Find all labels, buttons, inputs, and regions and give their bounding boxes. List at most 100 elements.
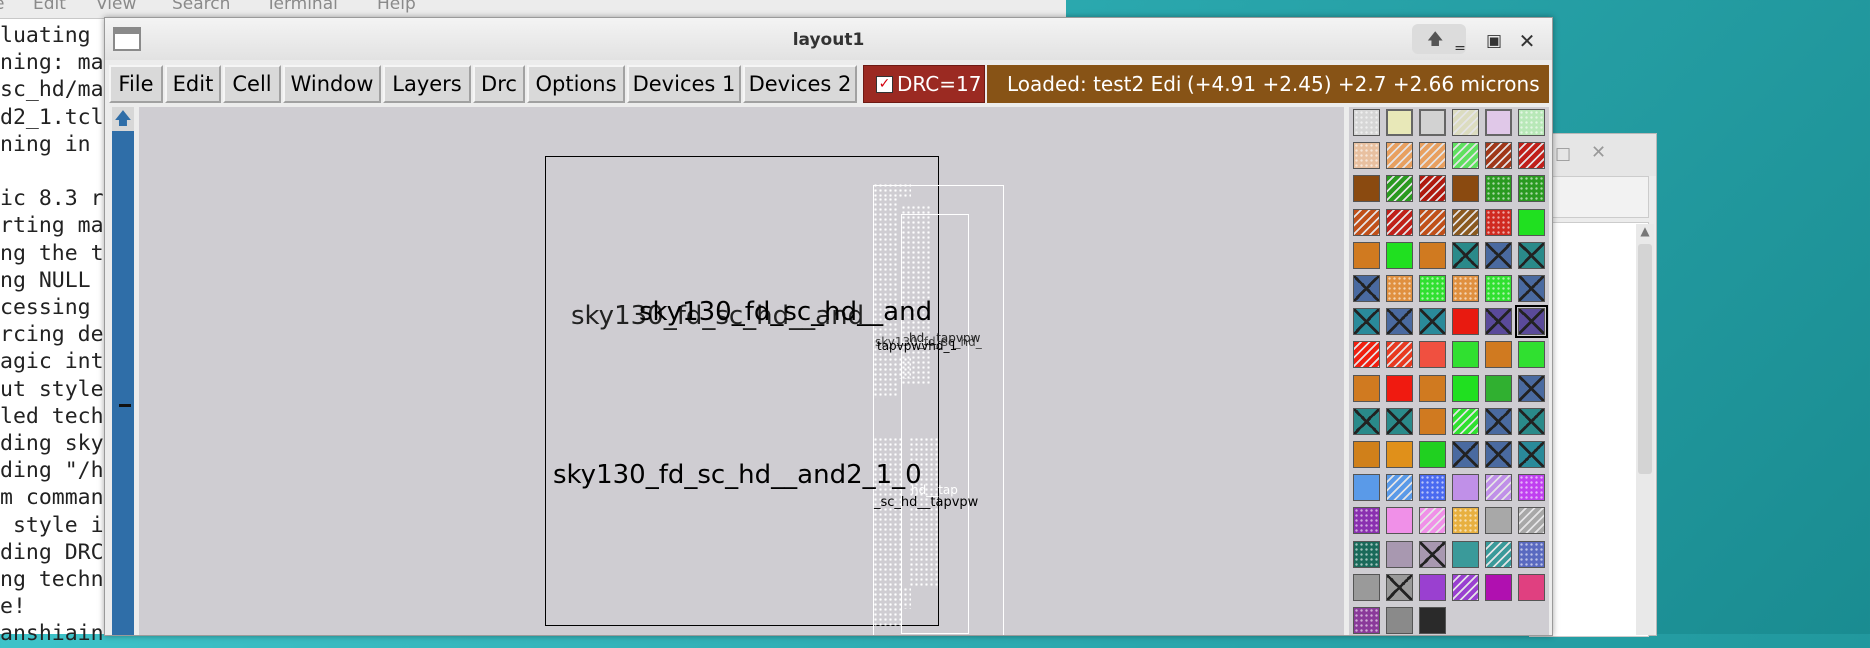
layer-swatch[interactable] xyxy=(1419,175,1446,203)
layer-swatch[interactable] xyxy=(1485,407,1512,435)
maximize-icon[interactable]: □ xyxy=(1555,144,1571,164)
menu-cell[interactable]: Cell xyxy=(223,65,281,103)
layer-swatch[interactable] xyxy=(1419,275,1446,302)
layer-swatch[interactable] xyxy=(1386,241,1413,269)
layer-swatch[interactable] xyxy=(1353,573,1380,601)
layer-swatch[interactable] xyxy=(1452,308,1479,336)
layer-swatch[interactable] xyxy=(1386,441,1413,468)
layer-swatch[interactable] xyxy=(1452,474,1479,502)
layer-swatch[interactable] xyxy=(1485,474,1512,502)
layer-swatch[interactable] xyxy=(1485,374,1512,402)
close-icon[interactable]: ✕ xyxy=(1591,142,1606,163)
layer-swatch[interactable] xyxy=(1419,441,1446,468)
checkbox-checked-icon[interactable]: ✓ xyxy=(876,76,893,93)
layer-swatch[interactable] xyxy=(1353,142,1380,170)
layer-swatch[interactable] xyxy=(1419,607,1446,634)
layer-swatch[interactable] xyxy=(1452,109,1479,136)
layer-swatch[interactable] xyxy=(1518,540,1545,568)
layer-swatch[interactable] xyxy=(1452,175,1479,203)
scroll-up-icon[interactable]: ▲ xyxy=(1638,224,1652,242)
layer-swatch[interactable] xyxy=(1386,507,1413,535)
layer-swatch[interactable] xyxy=(1452,275,1479,302)
layer-swatch[interactable] xyxy=(1353,374,1380,402)
layer-swatch[interactable] xyxy=(1386,474,1413,502)
layer-swatch[interactable] xyxy=(1353,308,1380,336)
drc-toggle[interactable]: ✓ DRC=17 xyxy=(863,65,985,103)
layer-swatch[interactable] xyxy=(1419,540,1446,568)
layer-swatch[interactable] xyxy=(1419,507,1446,535)
layer-swatch[interactable] xyxy=(1485,507,1512,535)
layer-swatch[interactable] xyxy=(1419,374,1446,402)
layer-swatch[interactable] xyxy=(1485,573,1512,601)
scroll-thumb[interactable] xyxy=(1638,244,1652,474)
layer-swatch[interactable] xyxy=(1518,474,1545,502)
layer-swatch[interactable] xyxy=(1386,341,1413,369)
layer-swatch[interactable] xyxy=(1386,573,1413,601)
window-titlebar[interactable]: layout1 🡅 ‗ ▣ ✕ xyxy=(105,18,1552,60)
layer-swatch[interactable] xyxy=(1485,308,1512,336)
minimize-icon[interactable]: ‗ xyxy=(1449,30,1471,52)
layer-swatch[interactable] xyxy=(1419,474,1446,502)
layer-swatch[interactable] xyxy=(1485,341,1512,369)
layer-swatch[interactable] xyxy=(1452,241,1479,269)
menu-edit[interactable]: Edit xyxy=(165,65,221,103)
layer-swatch[interactable] xyxy=(1452,540,1479,568)
layer-swatch[interactable] xyxy=(1353,474,1380,502)
maximize-icon[interactable]: ▣ xyxy=(1483,30,1505,52)
layer-swatch[interactable] xyxy=(1353,341,1380,369)
background-window-scrollbar[interactable]: ▲ xyxy=(1636,224,1654,635)
layer-swatch[interactable] xyxy=(1518,275,1545,302)
layer-swatch[interactable] xyxy=(1452,208,1479,236)
layer-swatch[interactable] xyxy=(1518,573,1545,601)
vertical-scrollbar[interactable]: 🡅 xyxy=(112,107,134,635)
menu-layers[interactable]: Layers xyxy=(383,65,471,103)
terminal-menu-edit[interactable]: Edit xyxy=(33,0,66,14)
layer-swatch[interactable] xyxy=(1419,142,1446,170)
layer-swatch[interactable] xyxy=(1452,407,1479,435)
layer-swatch[interactable] xyxy=(1353,275,1380,302)
layer-swatch[interactable] xyxy=(1452,507,1479,535)
layer-swatch[interactable] xyxy=(1353,540,1380,568)
layer-swatch[interactable] xyxy=(1485,241,1512,269)
layer-swatch[interactable] xyxy=(1485,175,1512,203)
terminal-menu-search[interactable]: Search xyxy=(172,0,230,14)
layer-swatch[interactable] xyxy=(1353,441,1380,468)
layer-swatch[interactable] xyxy=(1485,540,1512,568)
menu-file[interactable]: File xyxy=(109,65,163,103)
layer-swatch[interactable] xyxy=(1419,208,1446,236)
layer-swatch[interactable] xyxy=(1419,308,1446,336)
menu-devices-1[interactable]: Devices 1 xyxy=(627,65,741,103)
layer-swatch[interactable] xyxy=(1485,142,1512,170)
layer-swatch[interactable] xyxy=(1386,208,1413,236)
layer-swatch[interactable] xyxy=(1386,540,1413,568)
layer-swatch[interactable] xyxy=(1419,341,1446,369)
menu-devices-2[interactable]: Devices 2 xyxy=(743,65,857,103)
layer-swatch[interactable] xyxy=(1419,109,1446,136)
layer-swatch[interactable] xyxy=(1518,341,1545,369)
layer-swatch[interactable] xyxy=(1353,607,1380,634)
layer-swatch[interactable] xyxy=(1518,507,1545,535)
terminal-menu-item[interactable]: e xyxy=(0,0,4,14)
layer-swatch[interactable] xyxy=(1452,374,1479,402)
layer-swatch[interactable] xyxy=(1386,275,1413,302)
scroll-up-icon[interactable]: 🡅 xyxy=(112,107,134,131)
layer-swatch[interactable] xyxy=(1386,374,1413,402)
layer-swatch[interactable] xyxy=(1518,109,1545,136)
layer-swatch[interactable] xyxy=(1518,241,1545,269)
layer-swatch[interactable] xyxy=(1518,175,1545,203)
layer-swatch[interactable] xyxy=(1452,341,1479,369)
menu-window[interactable]: Window xyxy=(283,65,381,103)
layer-swatch[interactable] xyxy=(1353,407,1380,435)
layer-swatch[interactable] xyxy=(1353,109,1380,136)
layer-swatch[interactable] xyxy=(1419,573,1446,601)
layer-swatch[interactable] xyxy=(1518,441,1545,468)
layer-swatch[interactable] xyxy=(1452,441,1479,468)
layer-swatch[interactable] xyxy=(1386,607,1413,634)
layer-swatch[interactable] xyxy=(1386,142,1413,170)
layer-swatch[interactable] xyxy=(1485,208,1512,236)
terminal-menu-view[interactable]: View xyxy=(96,0,136,14)
layer-swatch[interactable] xyxy=(1485,441,1512,468)
menu-drc[interactable]: Drc xyxy=(473,65,525,103)
layer-swatch[interactable] xyxy=(1353,175,1380,203)
layer-swatch[interactable] xyxy=(1353,507,1380,535)
